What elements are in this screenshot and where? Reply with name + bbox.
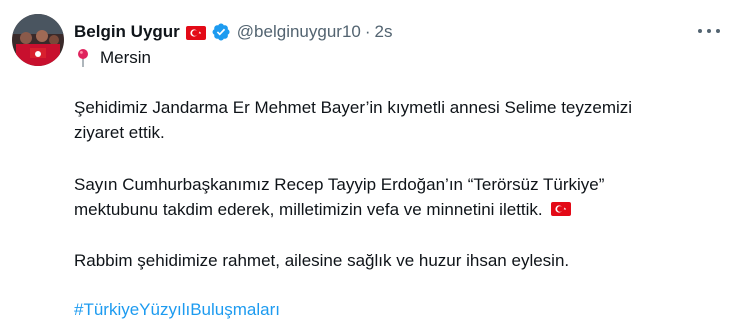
more-horizontal-icon[interactable] [698, 22, 720, 40]
tweet-text-line-1: Şehidimiz Jandarma Er Mehmet Bayer’in kı… [74, 98, 633, 117]
tweet-card[interactable]: Belgin Uygur @belginuygur10 · 2s Mersin … [0, 0, 746, 319]
post-time[interactable]: 2s [375, 22, 393, 42]
tweet-text-line-5: Rabbim şehidimize rahmet, ailesine sağlı… [74, 251, 570, 270]
tweet-text-line-2: ziyaret ettik. [74, 123, 165, 142]
tweet-header: Belgin Uygur @belginuygur10 · 2s [74, 20, 393, 44]
turkey-flag-icon [185, 25, 206, 40]
tweet-text-line-3: Sayın Cumhurbaşkanımız Recep Tayyip Erdo… [74, 175, 605, 194]
location-line: Mersin [76, 47, 151, 69]
author-handle[interactable]: @belginuygur10 [237, 22, 361, 42]
tweet-text-line-4: mektubunu takdim ederek, milletimizin ve… [74, 200, 543, 219]
location-label: Mersin [100, 48, 152, 67]
avatar[interactable] [12, 14, 64, 66]
tweet-text-line-4-wrapper: mektubunu takdim ederek, milletimizin ve… [74, 197, 714, 222]
header-separator: · [364, 22, 371, 41]
author-name[interactable]: Belgin Uygur [74, 22, 180, 42]
round-pushpin-icon [76, 48, 90, 68]
turkey-flag-icon [551, 198, 572, 216]
hashtag-link[interactable]: #TürkiyeYüzyılıBuluşmaları [74, 297, 280, 322]
verified-badge-icon[interactable] [211, 22, 231, 42]
